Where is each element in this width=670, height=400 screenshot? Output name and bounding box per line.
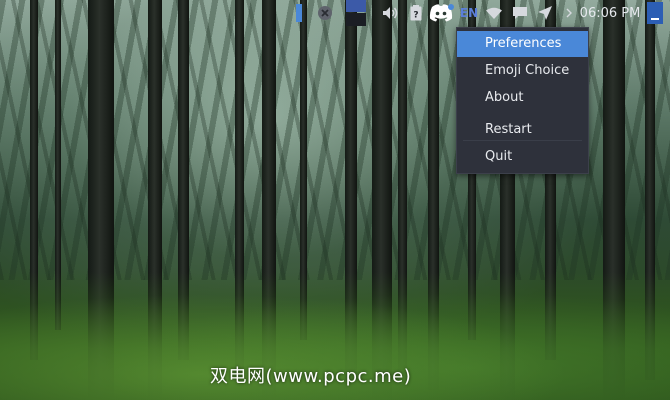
top-panel: ? EN 06:06 PM [0, 0, 670, 26]
panel-menu-icon[interactable] [646, 0, 664, 26]
menu-item-quit[interactable]: Quit [457, 144, 588, 170]
menu-item-restart[interactable]: Restart [457, 117, 588, 143]
language-indicator[interactable]: EN [458, 0, 480, 26]
notification-close-icon[interactable] [314, 0, 336, 26]
volume-icon[interactable] [380, 0, 400, 26]
context-menu: Preferences Emoji Choice About Restart Q… [456, 27, 589, 174]
menu-item-preferences[interactable]: Preferences [457, 31, 588, 57]
wifi-icon[interactable] [484, 0, 504, 26]
window-preview-icon[interactable] [344, 0, 368, 26]
menu-item-about[interactable]: About [457, 85, 588, 111]
expand-arrow-icon[interactable] [562, 0, 576, 26]
chat-icon[interactable] [510, 0, 530, 26]
menu-item-emoji-choice[interactable]: Emoji Choice [457, 58, 588, 84]
watermark-text: 双电网(www.pcpc.me) [210, 366, 412, 387]
svg-text:?: ? [413, 11, 418, 21]
clipboard-icon[interactable]: ? [406, 0, 426, 26]
activity-indicator-icon[interactable] [294, 0, 304, 26]
status-dot-icon [447, 0, 455, 20]
send-icon[interactable] [535, 0, 555, 26]
clock[interactable]: 06:06 PM [578, 0, 642, 26]
